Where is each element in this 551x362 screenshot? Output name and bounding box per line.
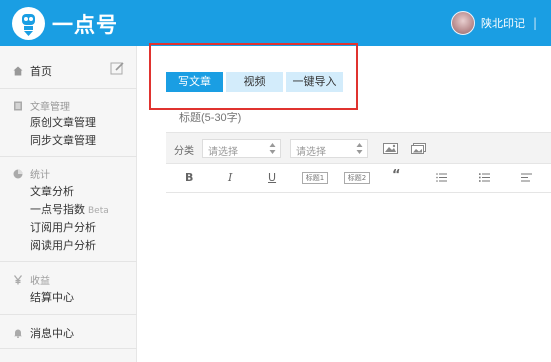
username[interactable]: 陕北印记 [481,15,525,31]
beta-badge: Beta [88,206,109,216]
sidebar-item-label: 消息中心 [30,327,74,340]
sidebar-item-original-articles[interactable]: 原创文章管理 [30,114,96,130]
sidebar-item-synced-articles[interactable]: 同步文章管理 [30,132,96,148]
document-icon [13,101,23,111]
sidebar-item-article-analysis[interactable]: 文章分析 [30,183,74,199]
app-title: 一点号 [52,12,118,37]
sidebar-divider [0,314,137,315]
sidebar-group-title: 统计 [30,170,50,181]
heading2-button[interactable]: 标题2 [344,172,370,184]
select-placeholder: 请选择 [208,147,238,158]
quote-button[interactable]: “ [392,168,401,183]
top-bar: 一点号 陕北印记 | [0,0,551,46]
underline-button[interactable]: U [268,171,276,184]
image-gallery-icon[interactable] [411,143,426,154]
select-placeholder: 请选择 [296,147,326,158]
sidebar-item-subscriber-analysis[interactable]: 订阅用户分析 [30,219,96,235]
bell-icon [13,328,23,339]
category-select-secondary[interactable]: 请选择 [290,139,368,158]
sidebar-divider [0,156,137,157]
yen-icon [13,274,23,285]
category-select-primary[interactable]: 请选择 [202,139,281,158]
sidebar-item-label: 首页 [30,65,52,78]
sidebar-item-messages[interactable]: 消息中心 [13,325,74,341]
spinner-icon [269,142,276,155]
sidebar-group-earnings: 收益 [13,272,50,287]
category-label: 分类 [174,146,194,157]
sidebar-item-settlement[interactable]: 结算中心 [30,289,74,305]
highlight-annotation [149,43,358,110]
sidebar-divider [0,88,137,89]
sidebar-item-yidian-index[interactable]: 一点号指数 Beta [30,201,109,217]
pie-chart-icon [13,169,23,179]
sidebar-item-reader-analysis[interactable]: 阅读用户分析 [30,237,96,253]
sidebar-group-title: 文章管理 [30,102,70,113]
edit-icon[interactable] [110,61,125,76]
logo[interactable]: 一点号 [12,7,118,40]
insert-image-icon[interactable] [383,143,398,154]
editor-toolbar: B I U 标题1 标题2 “ [166,164,551,193]
sidebar-group-title: 收益 [30,276,50,287]
align-left-icon[interactable] [521,172,532,183]
bold-button[interactable]: B [185,171,193,184]
category-row: 分类 请选择 请选择 [166,133,551,164]
home-icon [13,66,23,76]
sidebar-divider [0,261,137,262]
sidebar-divider [0,348,137,349]
avatar[interactable] [450,11,475,35]
italic-button[interactable]: I [228,171,232,184]
sidebar: 首页 文章管理 原创文章管理 同步文章管理 统计 文章分析 一点号指数 Beta … [0,46,137,362]
title-row [166,106,551,133]
logo-icon [12,7,45,40]
spinner-icon [356,142,363,155]
sidebar-group-stats: 统计 [13,166,50,181]
heading1-button[interactable]: 标题1 [302,172,328,184]
title-input[interactable] [179,112,479,124]
sidebar-group-articles: 文章管理 [13,98,70,113]
unordered-list-icon[interactable] [479,172,490,183]
ordered-list-icon[interactable] [436,172,447,183]
header-separator: | [532,16,537,30]
sidebar-item-label: 一点号指数 [30,203,85,216]
user-menu[interactable]: 陕北印记 | [450,11,537,35]
